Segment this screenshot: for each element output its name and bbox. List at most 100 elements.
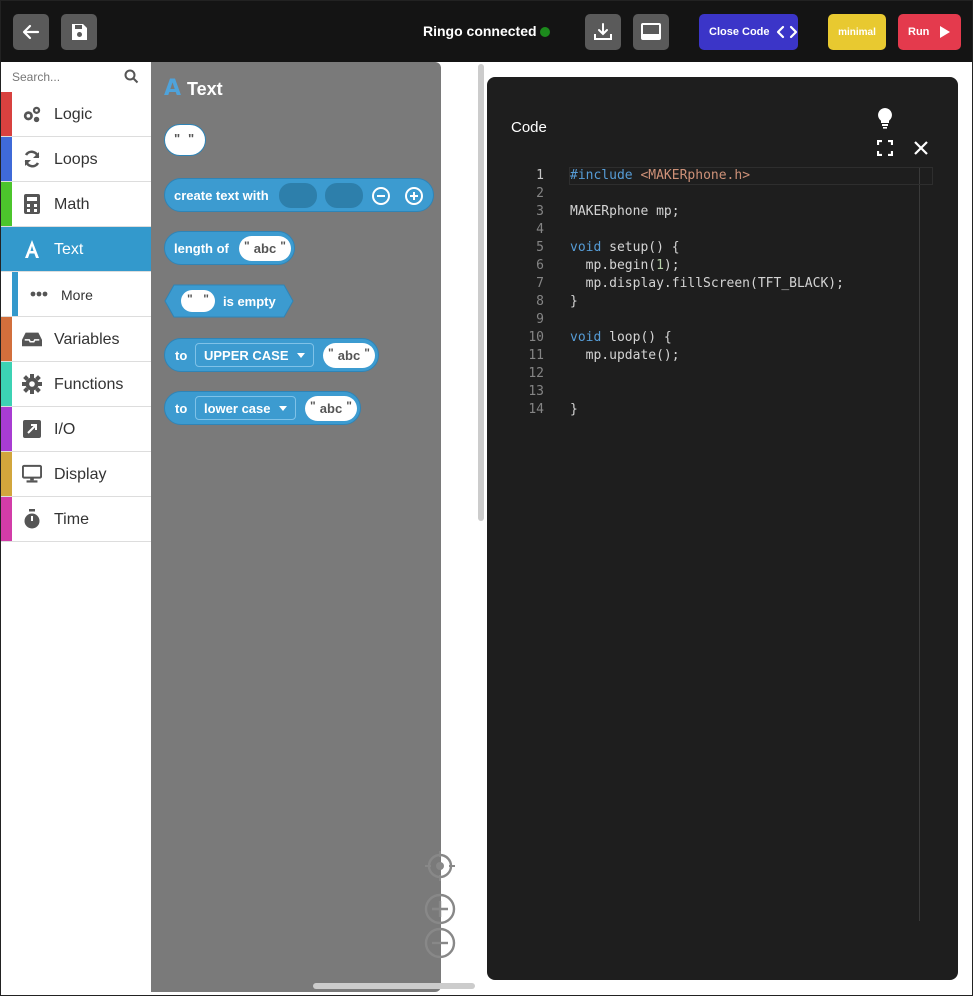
to-label: to xyxy=(175,401,188,416)
code-icon xyxy=(776,25,797,39)
lightbulb-icon[interactable] xyxy=(875,108,895,129)
save-button[interactable] xyxy=(61,14,97,50)
input-slot[interactable] xyxy=(325,183,363,208)
quote-close: " xyxy=(346,399,352,413)
download-button[interactable] xyxy=(585,14,621,50)
category-label: Text xyxy=(54,241,84,258)
category-label: More xyxy=(61,287,93,303)
zoom-in-button[interactable] xyxy=(424,893,456,925)
create-text-with-block[interactable]: create text with xyxy=(164,178,434,212)
category-loops[interactable]: Loops xyxy=(1,137,151,182)
code-string: <MAKERphone.h> xyxy=(640,168,751,183)
line-text: #include <MAKERphone.h> xyxy=(570,167,750,185)
back-button[interactable] xyxy=(13,14,49,50)
code-line: 7 mp.display.fillScreen(TFT_BLACK); xyxy=(487,275,934,293)
serial-monitor-button[interactable] xyxy=(633,14,669,50)
category-color-bar xyxy=(1,137,12,181)
code-line: 3 MAKERphone mp; xyxy=(487,203,934,221)
font-icon: A xyxy=(164,76,182,101)
line-number: 4 xyxy=(536,222,544,237)
length-of-block[interactable]: length of " abc " xyxy=(164,231,295,265)
console-icon xyxy=(641,23,661,40)
category-math[interactable]: Math xyxy=(1,182,151,227)
plus-circle-icon[interactable] xyxy=(404,186,424,206)
line-text: void setup() { xyxy=(570,239,680,257)
input-slot[interactable] xyxy=(279,183,317,208)
line-number: 6 xyxy=(536,258,544,273)
category-label: Display xyxy=(54,466,107,483)
play-icon xyxy=(940,26,951,38)
is-empty-label: is empty xyxy=(223,294,276,309)
workspace-vertical-scrollbar[interactable] xyxy=(478,64,484,521)
line-number: 11 xyxy=(528,348,544,363)
line-text: MAKERphone mp; xyxy=(570,204,680,219)
category-color-bar xyxy=(1,182,12,226)
upper-case-block[interactable]: to UPPER CASE " abc " xyxy=(164,338,379,372)
category-variables[interactable]: Variables xyxy=(1,317,151,362)
code-line: 14 } xyxy=(487,401,934,419)
line-number: 12 xyxy=(528,366,544,381)
caret-down-icon xyxy=(296,352,305,358)
close-code-button[interactable]: Close Code xyxy=(699,14,798,50)
category-functions[interactable]: Functions xyxy=(1,362,151,407)
text-literal-block[interactable]: " " xyxy=(164,124,206,156)
quote-close: " xyxy=(188,131,195,146)
code-text: mp.begin( xyxy=(570,258,657,273)
case-dropdown[interactable]: lower case xyxy=(195,396,296,420)
run-button[interactable]: Run xyxy=(898,14,961,50)
code-line: 13 xyxy=(487,383,934,401)
ellipsis-icon xyxy=(29,284,49,304)
code-line: 10 void loop() { xyxy=(487,329,934,347)
code-line: 4 xyxy=(487,221,934,239)
line-number: 14 xyxy=(528,402,544,417)
block-flyout: A Text " " create text with length of " … xyxy=(151,62,441,992)
case-dropdown[interactable]: UPPER CASE xyxy=(195,343,314,367)
category-text-more[interactable]: More xyxy=(1,272,151,317)
category-logic[interactable]: Logic xyxy=(1,92,151,137)
category-text[interactable]: Text xyxy=(1,227,151,272)
abc-literal[interactable]: " abc " xyxy=(305,396,357,421)
category-io[interactable]: I/O xyxy=(1,407,151,452)
minimal-button[interactable]: minimal xyxy=(828,14,886,50)
line-text: mp.display.fillScreen(TFT_BLACK); xyxy=(570,276,844,291)
fullscreen-icon[interactable] xyxy=(875,138,895,158)
line-number: 7 xyxy=(536,276,544,291)
to-label: to xyxy=(175,348,188,363)
search-input[interactable] xyxy=(5,66,123,88)
refresh-icon xyxy=(22,149,42,169)
app-window: Ringo connected Close Code minimal Run S… xyxy=(0,0,973,996)
close-icon[interactable] xyxy=(911,138,931,158)
minus-circle-icon[interactable] xyxy=(371,186,391,206)
close-code-label: Close Code xyxy=(709,26,770,38)
abc-literal[interactable]: " abc " xyxy=(323,343,375,368)
category-color-bar xyxy=(1,407,12,451)
line-number: 9 xyxy=(536,312,544,327)
lower-case-block[interactable]: to lower case " abc " xyxy=(164,391,361,425)
arrow-left-icon xyxy=(22,24,40,40)
code-keyword: void xyxy=(570,240,602,255)
code-number: 1 xyxy=(656,258,664,273)
recenter-button[interactable] xyxy=(424,850,456,882)
crosshair-icon xyxy=(425,851,455,881)
workspace-horizontal-scrollbar[interactable] xyxy=(313,983,475,989)
category-color-bar xyxy=(1,317,12,361)
search-icon[interactable] xyxy=(124,69,139,84)
line-text: mp.begin(1); xyxy=(570,257,680,275)
category-time[interactable]: Time xyxy=(1,497,151,542)
category-display[interactable]: Display xyxy=(1,452,151,497)
code-panel: Code 1 #include <MAKERphone.h> 2 3 MAKER… xyxy=(487,77,958,980)
toolbox-search xyxy=(1,62,151,92)
category-color-bar xyxy=(12,272,18,316)
abc-literal[interactable]: " abc " xyxy=(239,236,291,261)
code-line: 9 xyxy=(487,311,934,329)
code-text: ); xyxy=(663,258,680,273)
zoom-in-icon xyxy=(424,893,456,925)
category-label: Time xyxy=(54,511,89,528)
code-editor[interactable]: 1 #include <MAKERphone.h> 2 3 MAKERphone… xyxy=(487,167,934,921)
code-line: 5 void setup() { xyxy=(487,239,934,257)
length-of-label: length of xyxy=(174,241,229,256)
zoom-out-button[interactable] xyxy=(424,927,456,959)
text-literal-input[interactable]: " " xyxy=(181,290,215,312)
code-keyword: void xyxy=(570,330,602,345)
connection-status: Ringo connected xyxy=(423,23,537,39)
